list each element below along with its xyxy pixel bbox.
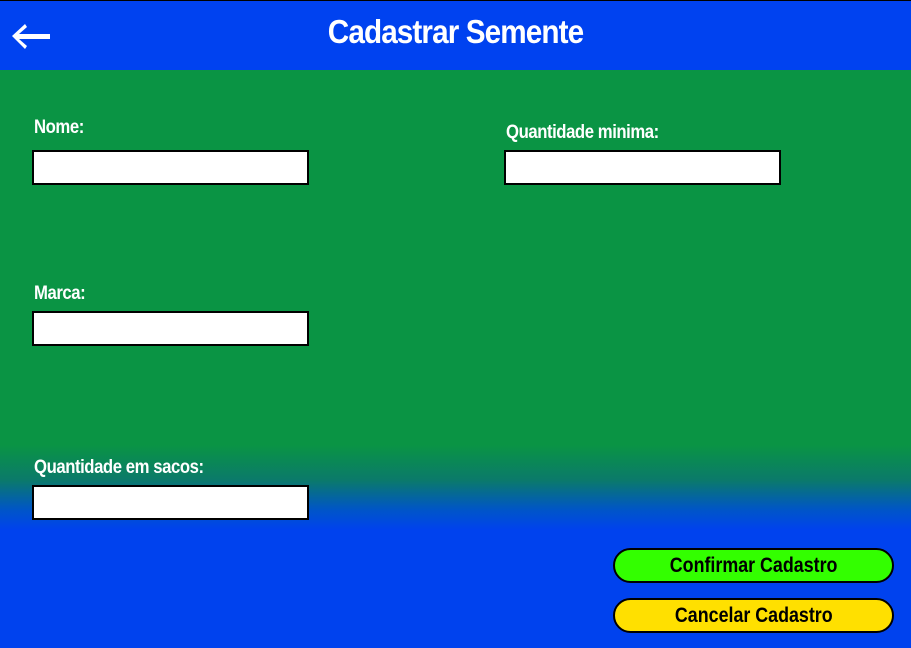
page-title: Cadastrar Semente: [327, 13, 584, 50]
cancel-button-label: Cancelar Cadastro: [674, 604, 833, 627]
cancel-button[interactable]: Cancelar Cadastro: [613, 598, 894, 633]
marca-input[interactable]: [32, 311, 309, 346]
marca-label: Marca:: [34, 283, 86, 304]
confirm-button[interactable]: Confirmar Cadastro: [613, 548, 894, 583]
quantidade-sacos-label: Quantidade em sacos:: [34, 457, 204, 478]
nome-input[interactable]: [32, 150, 309, 185]
quantidade-minima-label: Quantidade minima:: [506, 122, 659, 143]
header-bar: Cadastrar Semente: [0, 0, 911, 70]
quantidade-sacos-input[interactable]: [32, 485, 309, 520]
confirm-button-label: Confirmar Cadastro: [669, 554, 838, 577]
nome-label: Nome:: [34, 117, 84, 138]
quantidade-minima-input[interactable]: [504, 150, 781, 185]
